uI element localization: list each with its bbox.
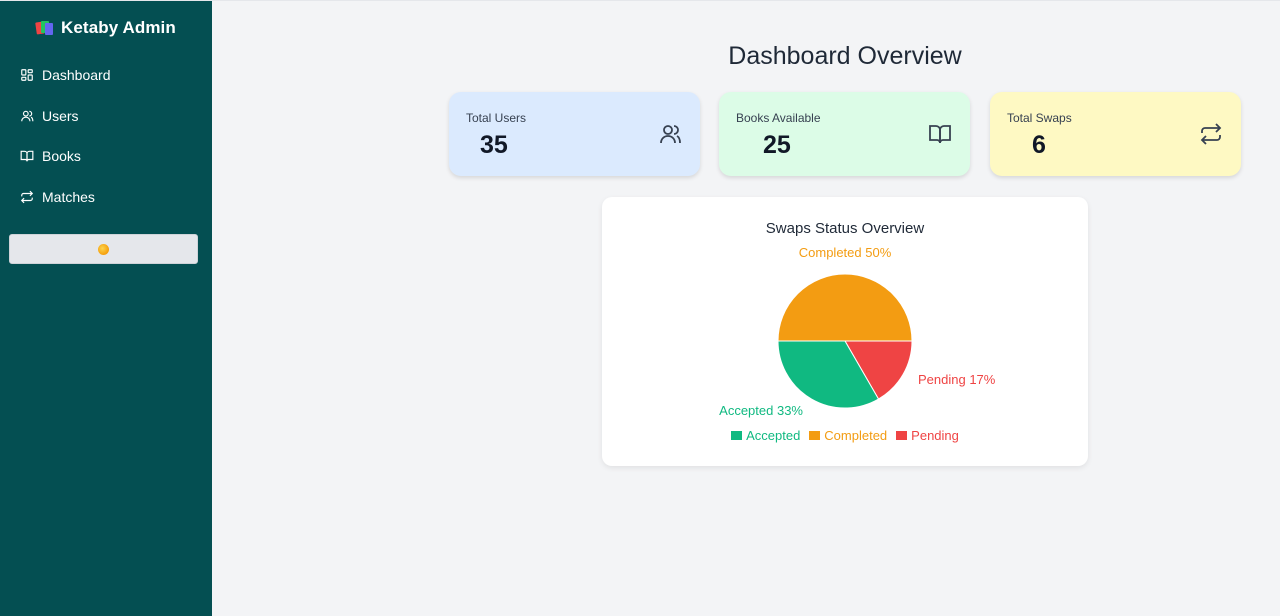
sidebar-item-label: Dashboard <box>42 67 111 84</box>
legend-item-accepted[interactable]: Accepted <box>731 428 800 443</box>
swap-icon <box>20 190 34 203</box>
legend-swatch <box>896 431 908 440</box>
sidebar-item-matches[interactable]: Matches <box>0 177 212 218</box>
sun-icon <box>98 243 109 255</box>
legend-label: Completed <box>824 428 888 443</box>
app-title: Ketaby Admin <box>61 18 176 37</box>
swap-icon <box>1200 123 1222 145</box>
legend-label: Accepted <box>746 428 801 443</box>
stat-label: Total Users <box>466 111 527 125</box>
books-logo-icon <box>35 19 54 37</box>
stat-value: 6 <box>1032 131 1046 159</box>
pie-label-pending: Pending 17% <box>918 372 996 387</box>
sidebar-item-label: Matches <box>42 188 95 205</box>
theme-toggle-button[interactable] <box>9 234 198 264</box>
legend-swatch <box>809 431 821 440</box>
stat-value: 35 <box>480 131 508 159</box>
pie-label-completed: Completed 50% <box>799 245 892 260</box>
sidebar-nav: Dashboard Users Books Matches <box>0 55 212 217</box>
sidebar-item-label: Users <box>42 107 79 124</box>
dashboard-icon <box>21 69 33 82</box>
legend-item-pending[interactable]: Pending <box>896 428 959 443</box>
users-icon <box>660 125 681 144</box>
stat-card-total-swaps: Total Swaps 6 <box>990 92 1241 176</box>
sidebar-item-users[interactable]: Users <box>0 96 212 137</box>
book-icon <box>20 151 34 162</box>
stat-label: Books Available <box>736 111 821 125</box>
brand: Ketaby Admin <box>35 17 176 39</box>
book-icon <box>929 125 951 144</box>
users-icon <box>21 110 34 122</box>
page-title: Dashboard Overview <box>728 42 962 70</box>
sidebar-item-books[interactable]: Books <box>0 136 212 177</box>
stat-value: 25 <box>763 131 791 159</box>
pie-chart: Completed 50% Pending 17% Accepted 33% <box>719 245 996 418</box>
stat-card-total-users: Total Users 35 <box>449 92 700 176</box>
sidebar-item-label: Books <box>42 148 81 165</box>
legend-item-completed[interactable]: Completed <box>809 428 887 443</box>
swaps-status-chart-card: Swaps Status Overview Completed 50% Pendi… <box>602 197 1088 466</box>
sidebar: Ketaby Admin Dashboard Users Books Match… <box>0 1 212 616</box>
legend-label: Pending <box>911 428 959 443</box>
legend-swatch <box>731 431 743 440</box>
stat-card-books-available: Books Available 25 <box>719 92 970 176</box>
pie-slice-completed[interactable] <box>777 273 913 342</box>
pie-label-accepted: Accepted 33% <box>719 403 803 418</box>
chart-legend: Accepted Completed Pending <box>602 428 1088 443</box>
stat-label: Total Swaps <box>1007 111 1072 125</box>
sidebar-item-dashboard[interactable]: Dashboard <box>0 55 212 96</box>
